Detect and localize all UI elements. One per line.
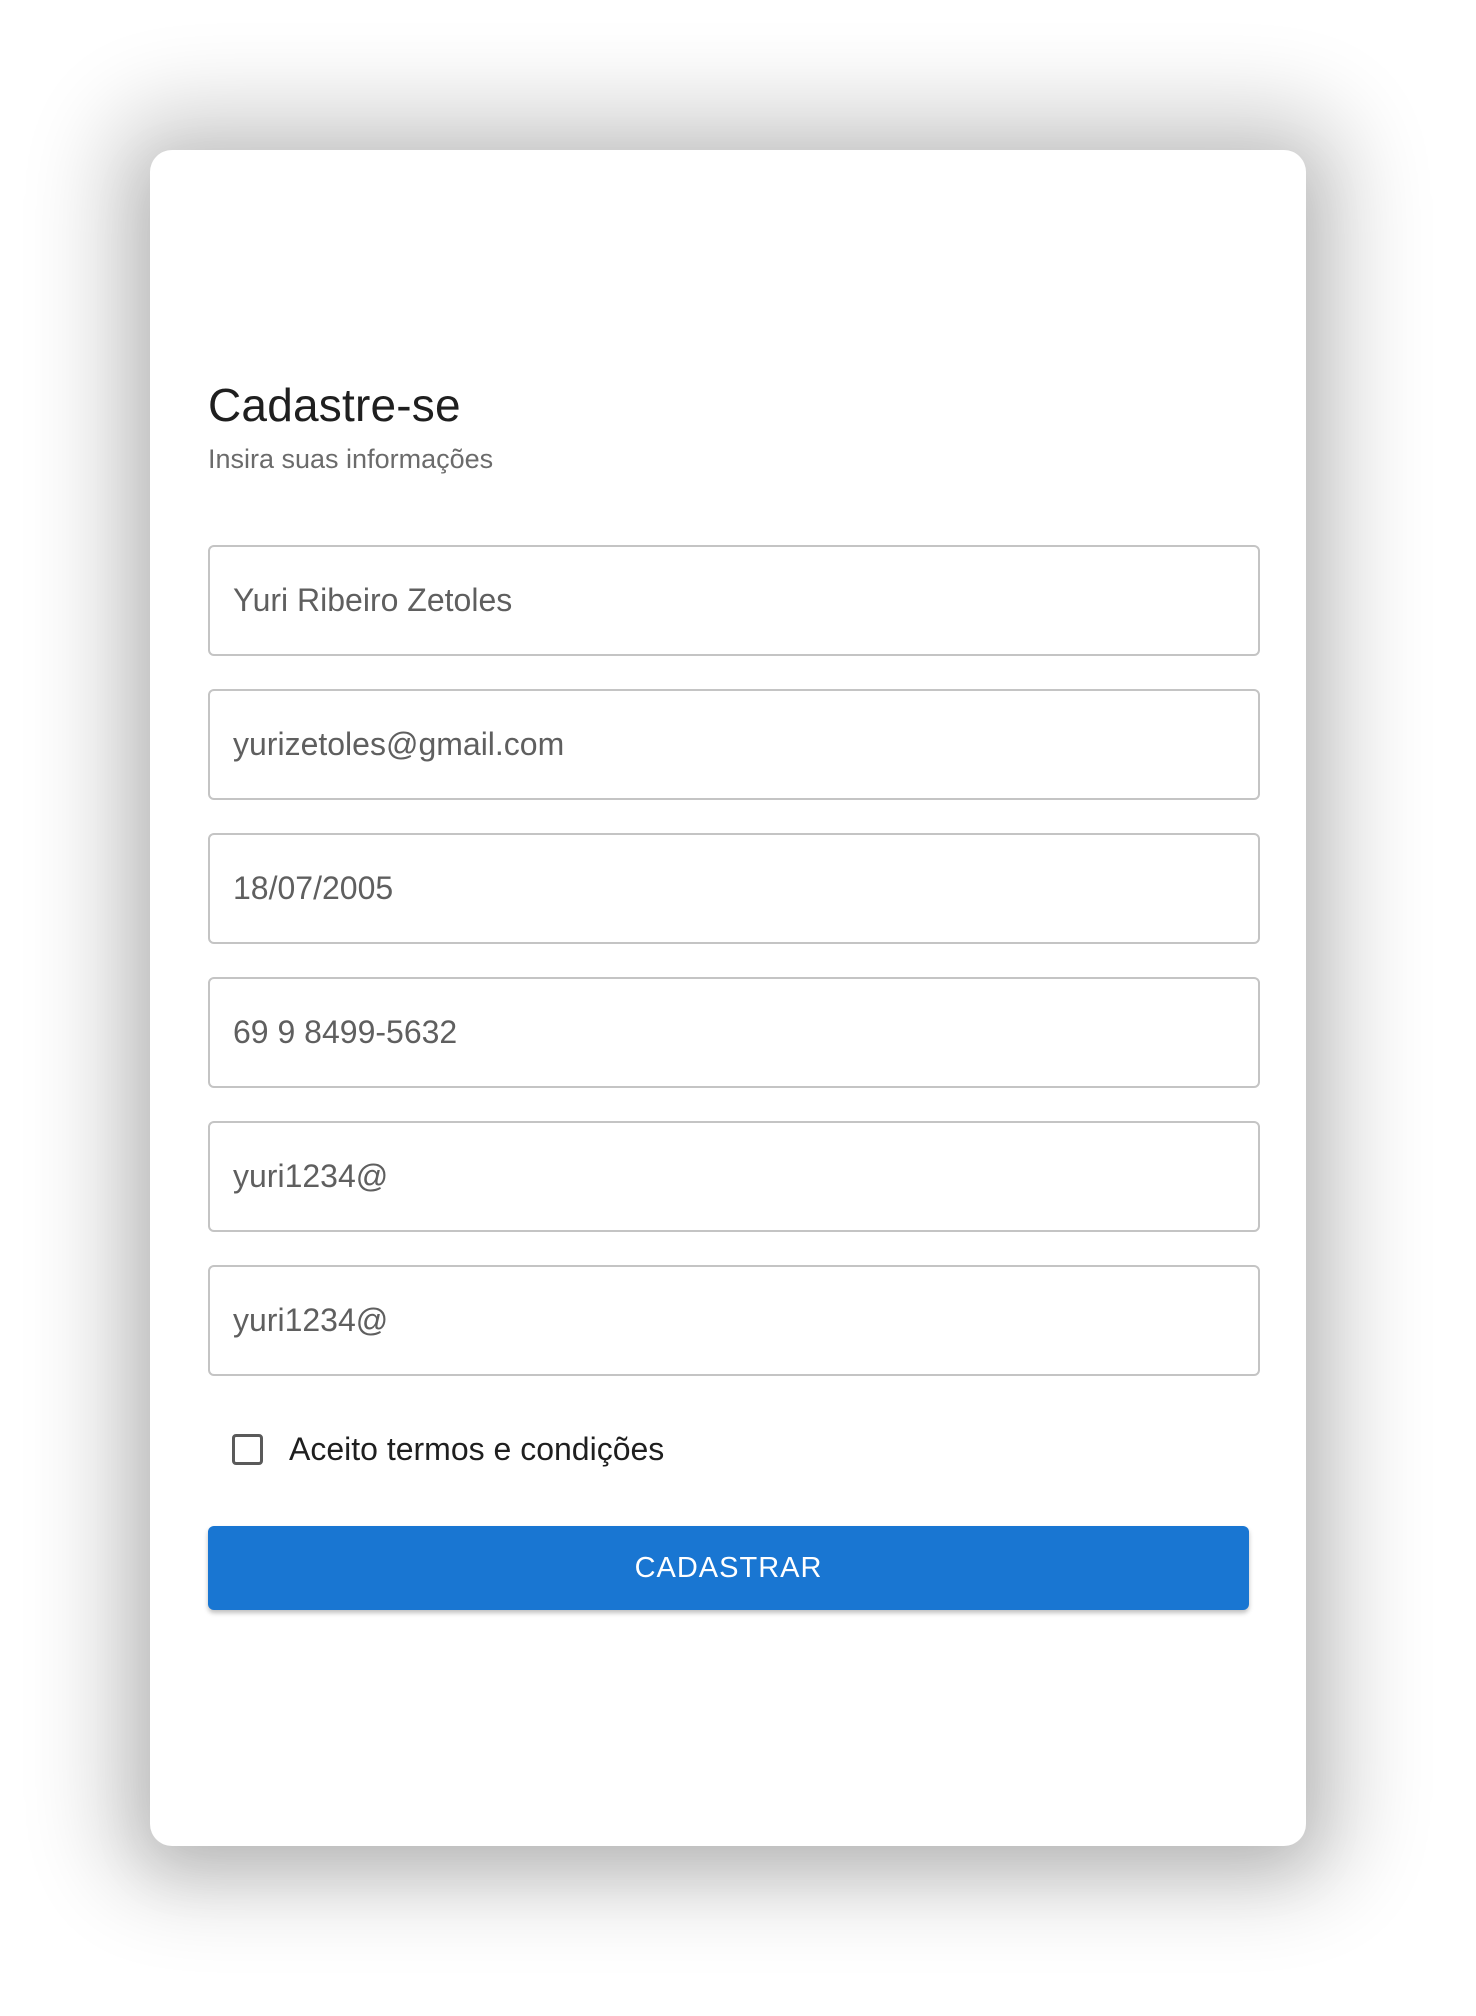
confirm-password-input[interactable] bbox=[210, 1267, 1258, 1374]
birthdate-field bbox=[208, 833, 1260, 944]
submit-button[interactable]: CADASTRAR bbox=[208, 1526, 1249, 1610]
password-input[interactable] bbox=[210, 1123, 1258, 1230]
terms-checkbox[interactable] bbox=[232, 1433, 263, 1465]
terms-row[interactable]: Aceito termos e condições bbox=[232, 1429, 664, 1469]
email-field bbox=[208, 689, 1260, 800]
name-input[interactable] bbox=[210, 547, 1258, 654]
signup-card: Cadastre-se Insira suas informações Acei… bbox=[150, 150, 1306, 1846]
terms-label[interactable]: Aceito termos e condições bbox=[289, 1431, 664, 1468]
phone-field bbox=[208, 977, 1260, 1088]
password-field bbox=[208, 1121, 1260, 1232]
page: Cadastre-se Insira suas informações Acei… bbox=[0, 0, 1476, 2016]
confirm-password-field bbox=[208, 1265, 1260, 1376]
page-subtitle: Insira suas informações bbox=[208, 444, 494, 474]
birthdate-input[interactable] bbox=[210, 835, 1258, 942]
page-title: Cadastre-se bbox=[208, 379, 461, 431]
email-input[interactable] bbox=[210, 691, 1258, 798]
phone-input[interactable] bbox=[210, 979, 1258, 1086]
name-field bbox=[208, 545, 1260, 656]
